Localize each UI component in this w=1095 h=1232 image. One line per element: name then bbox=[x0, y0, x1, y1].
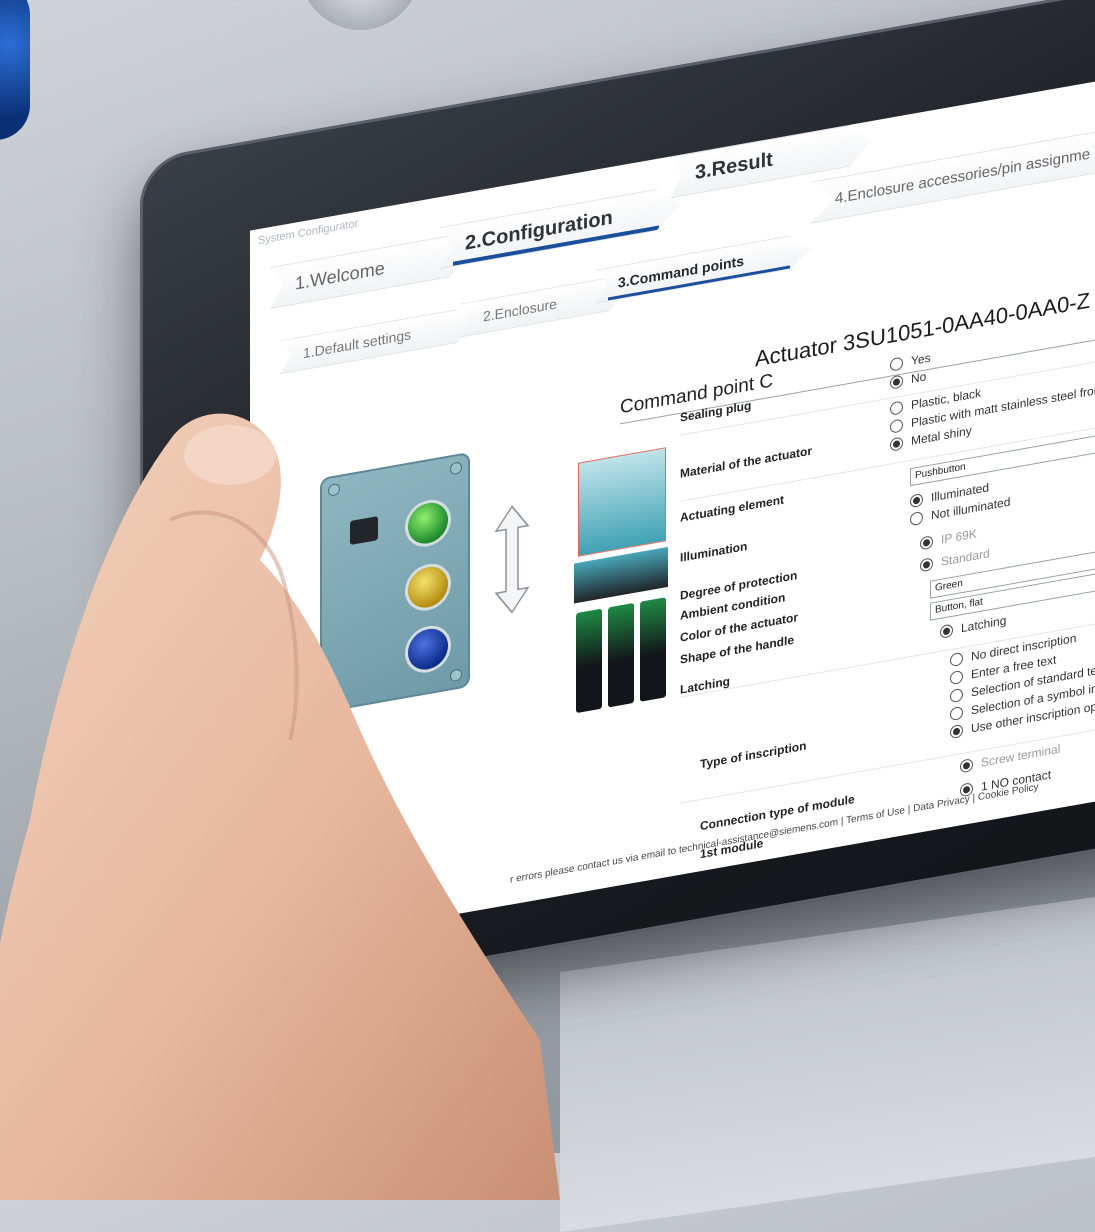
actuator-head bbox=[578, 447, 666, 557]
contact-module bbox=[608, 602, 634, 708]
sealing-plug-label: Sealing plug bbox=[680, 398, 752, 425]
contact-module bbox=[576, 608, 602, 714]
radio-icon[interactable] bbox=[950, 723, 963, 739]
hand-image bbox=[0, 413, 560, 1200]
radio-icon[interactable] bbox=[950, 651, 963, 667]
radio-icon[interactable] bbox=[890, 417, 903, 434]
background-blue-object bbox=[0, 0, 30, 140]
radio-icon[interactable] bbox=[940, 623, 953, 639]
background-desk bbox=[560, 887, 1095, 1232]
radio-icon[interactable] bbox=[920, 556, 933, 572]
step-enclosure-accessories[interactable]: 4.Enclosure accessories/pin assignme bbox=[810, 110, 1095, 224]
radio-icon[interactable] bbox=[890, 373, 903, 390]
contact-module bbox=[640, 597, 666, 702]
radio-icon[interactable] bbox=[890, 355, 903, 372]
inscription-label: Type of inscription bbox=[700, 738, 807, 772]
substep-enclosure[interactable]: 2.Enclosure bbox=[460, 274, 626, 337]
substep-command-points[interactable]: 3.Command points bbox=[595, 232, 811, 304]
radio-icon[interactable] bbox=[950, 687, 963, 703]
sealing-plug-no[interactable]: No bbox=[890, 369, 926, 390]
radio-icon[interactable] bbox=[960, 757, 973, 773]
actuator-image bbox=[570, 445, 680, 724]
step-welcome[interactable]: 1.Welcome bbox=[270, 232, 470, 309]
radio-icon[interactable] bbox=[950, 705, 963, 721]
background-knob bbox=[300, 0, 420, 30]
app-title: System Configurator bbox=[258, 217, 359, 248]
material-label: Material of the actuator bbox=[680, 443, 813, 481]
radio-icon[interactable] bbox=[910, 492, 923, 508]
step-configuration[interactable]: 2.Configuration bbox=[440, 185, 680, 269]
illumination-label: Illumination bbox=[680, 538, 748, 565]
radio-icon[interactable] bbox=[890, 399, 903, 416]
substep-default-settings[interactable]: 1.Default settings bbox=[280, 306, 476, 375]
radio-icon[interactable] bbox=[950, 669, 963, 685]
radio-icon[interactable] bbox=[910, 510, 923, 526]
actuator-holder bbox=[574, 546, 668, 604]
radio-icon[interactable] bbox=[920, 534, 933, 550]
radio-icon[interactable] bbox=[890, 435, 903, 452]
